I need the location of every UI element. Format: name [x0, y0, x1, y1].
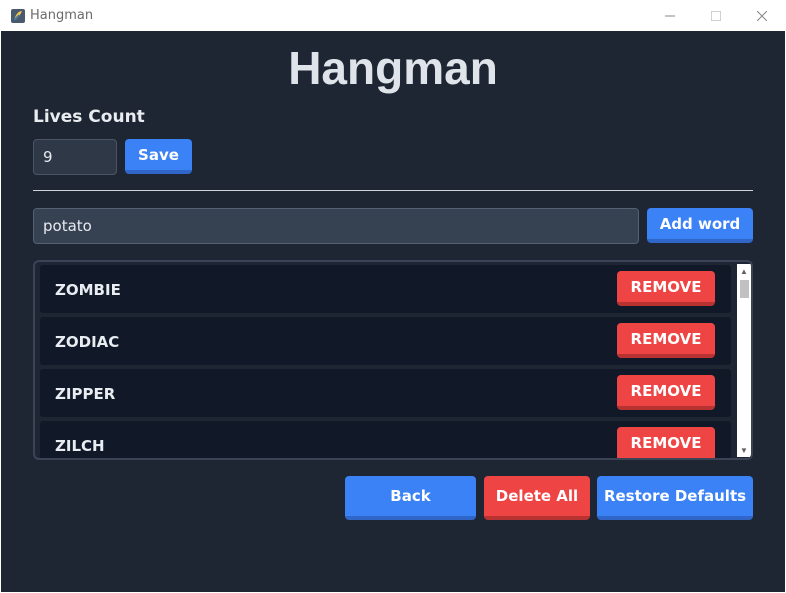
window-title: Hangman	[30, 8, 94, 23]
remove-button[interactable]: REMOVE	[617, 427, 715, 458]
scrollbar-thumb[interactable]	[740, 280, 749, 298]
window-titlebar[interactable]: Hangman	[0, 0, 786, 31]
page-title: Hangman	[288, 42, 498, 94]
app-client-area: Hangman Lives Count 9 Save potato Add wo…	[1, 31, 785, 592]
list-scrollbar[interactable]: ▲ ▼	[737, 264, 751, 457]
lives-count-label: Lives Count	[33, 107, 145, 127]
remove-button[interactable]: REMOVE	[617, 375, 715, 410]
word-label: ZODIAC	[55, 333, 120, 351]
minimize-icon[interactable]	[647, 0, 693, 31]
word-label: ZILCH	[55, 437, 105, 455]
lives-count-input[interactable]: 9	[33, 139, 117, 175]
save-button[interactable]: Save	[125, 139, 192, 174]
python-feather-icon	[10, 8, 26, 24]
list-item: ZOMBIE REMOVE	[40, 265, 731, 313]
back-button[interactable]: Back	[345, 476, 476, 520]
add-word-button[interactable]: Add word	[647, 208, 753, 243]
scroll-down-arrow-icon[interactable]: ▼	[737, 443, 751, 457]
word-label: ZOMBIE	[55, 281, 121, 299]
word-list[interactable]: ZOMBIE REMOVE ZODIAC REMOVE ZIPPER REMOV…	[33, 260, 753, 460]
section-divider	[33, 190, 753, 191]
word-label: ZIPPER	[55, 385, 116, 403]
close-icon[interactable]	[739, 0, 785, 31]
word-input[interactable]: potato	[33, 208, 639, 244]
list-item: ZILCH REMOVE	[40, 421, 731, 458]
scroll-up-arrow-icon[interactable]: ▲	[737, 264, 751, 278]
delete-all-button[interactable]: Delete All	[484, 476, 590, 520]
restore-defaults-button[interactable]: Restore Defaults	[597, 476, 753, 520]
remove-button[interactable]: REMOVE	[617, 271, 715, 306]
list-item: ZODIAC REMOVE	[40, 317, 731, 365]
remove-button[interactable]: REMOVE	[617, 323, 715, 358]
list-item: ZIPPER REMOVE	[40, 369, 731, 417]
maximize-icon[interactable]	[693, 0, 739, 31]
